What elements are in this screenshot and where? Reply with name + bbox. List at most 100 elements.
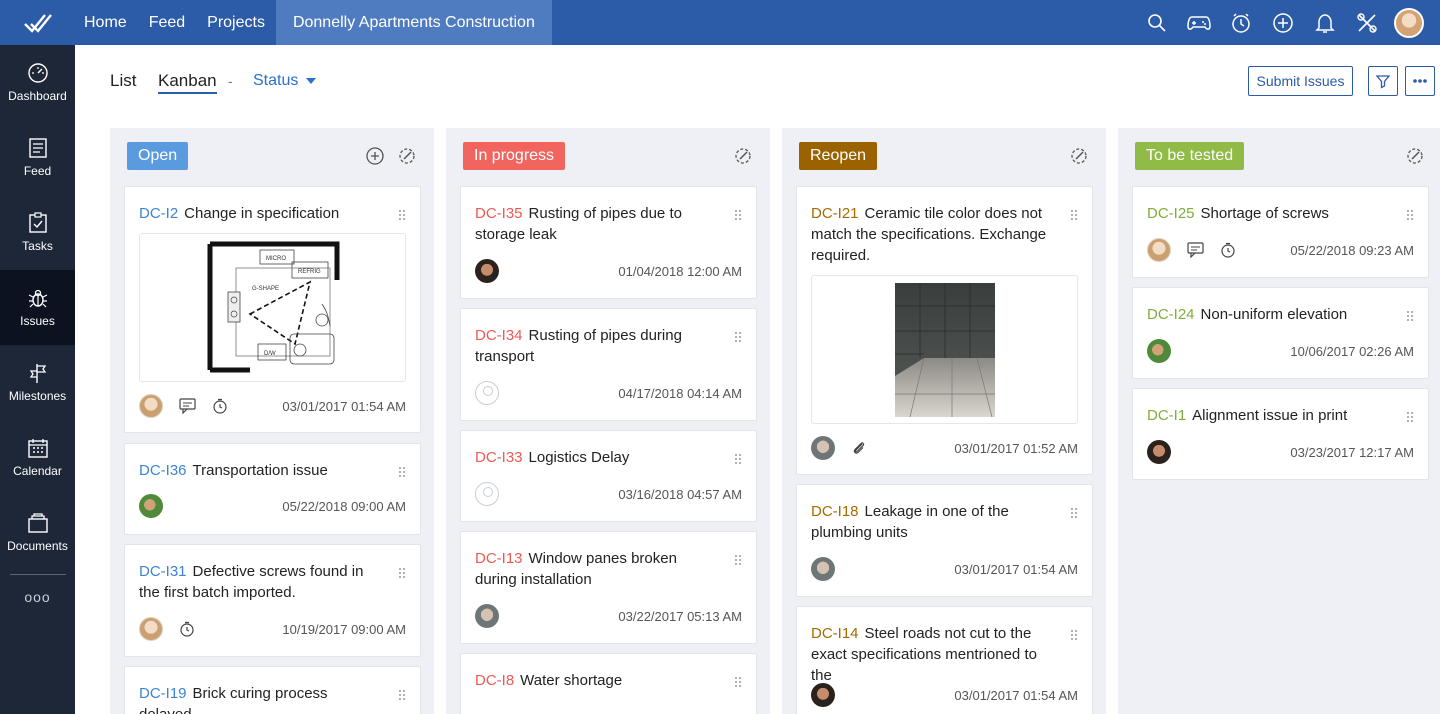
issue-card[interactable]: DC-I34 Rusting of pipes during transport … bbox=[460, 308, 757, 421]
nav-home[interactable]: Home bbox=[73, 0, 138, 45]
sidebar-item-feed[interactable]: Feed bbox=[0, 120, 75, 195]
issue-card[interactable]: DC-I24 Non-uniform elevation 10/06/2017 0… bbox=[1132, 287, 1429, 379]
drag-handle-icon[interactable] bbox=[734, 676, 742, 688]
issue-id[interactable]: DC-I21 bbox=[811, 205, 859, 222]
issue-id[interactable]: DC-I19 bbox=[139, 685, 187, 702]
issue-card[interactable]: DC-I19Brick curing process delayed bbox=[124, 666, 421, 714]
issue-card[interactable]: DC-I21 Ceramic tile color does not match … bbox=[796, 186, 1093, 475]
sidebar-item-milestones[interactable]: Milestones bbox=[0, 345, 75, 420]
drag-handle-icon[interactable] bbox=[398, 209, 406, 221]
issue-card[interactable]: DC-I14 Steel roads not cut to the exact s… bbox=[796, 606, 1093, 714]
avatar[interactable] bbox=[1147, 238, 1171, 262]
more-icon[interactable]: ooo bbox=[0, 589, 75, 605]
issue-card[interactable]: DC-I36 Transportation issue 05/22/2018 09… bbox=[124, 443, 421, 535]
drag-handle-icon[interactable] bbox=[1406, 310, 1414, 322]
app-logo-icon[interactable] bbox=[0, 0, 75, 45]
filter-button[interactable] bbox=[1368, 66, 1398, 96]
issue-card[interactable]: DC-I31 Defective screws found in the firs… bbox=[124, 544, 421, 657]
drag-handle-icon[interactable] bbox=[734, 453, 742, 465]
issue-id[interactable]: DC-I34 bbox=[475, 327, 523, 344]
nav-current-project[interactable]: Donnelly Apartments Construction bbox=[275, 0, 552, 45]
tools-icon[interactable] bbox=[1346, 0, 1388, 45]
comment-icon[interactable] bbox=[179, 398, 196, 414]
avatar[interactable] bbox=[1147, 339, 1171, 363]
timer-icon[interactable] bbox=[179, 621, 195, 637]
avatar[interactable] bbox=[811, 683, 835, 707]
issue-id[interactable]: DC-I36 bbox=[139, 462, 187, 479]
issue-card[interactable]: DC-I8 Water shortage bbox=[460, 653, 757, 714]
avatar[interactable] bbox=[811, 557, 835, 581]
add-icon[interactable] bbox=[1262, 0, 1304, 45]
column-settings-icon[interactable] bbox=[1406, 147, 1424, 165]
issue-id[interactable]: DC-I8 bbox=[475, 672, 514, 689]
issue-id[interactable]: DC-I24 bbox=[1147, 306, 1195, 323]
issue-id[interactable]: DC-I25 bbox=[1147, 205, 1195, 222]
avatar[interactable] bbox=[139, 394, 163, 418]
tab-kanban[interactable]: Kanban bbox=[158, 71, 217, 94]
timer-icon[interactable] bbox=[1220, 0, 1262, 45]
drag-handle-icon[interactable] bbox=[1070, 507, 1078, 519]
nav-projects[interactable]: Projects bbox=[196, 0, 276, 45]
avatar[interactable] bbox=[1147, 440, 1171, 464]
sidebar-item-label: Tasks bbox=[22, 239, 53, 253]
floor-plan-image[interactable]: MICRO REFRIG G-SHAPE D/W bbox=[139, 233, 406, 382]
sidebar-item-issues[interactable]: Issues bbox=[0, 270, 75, 345]
avatar-placeholder[interactable] bbox=[475, 482, 499, 506]
issue-card[interactable]: DC-I25 Shortage of screws 05/22/2018 09:2… bbox=[1132, 186, 1429, 278]
issue-card[interactable]: DC-I13 Window panes broken during install… bbox=[460, 531, 757, 644]
avatar[interactable] bbox=[139, 617, 163, 641]
sidebar-item-label: Dashboard bbox=[8, 89, 67, 103]
issue-id[interactable]: DC-I1 bbox=[1147, 407, 1186, 424]
nav-feed[interactable]: Feed bbox=[138, 0, 196, 45]
status-dropdown[interactable]: Status bbox=[253, 72, 317, 90]
timer-icon[interactable] bbox=[1220, 242, 1236, 258]
issue-id[interactable]: DC-I18 bbox=[811, 503, 859, 520]
sidebar-item-dashboard[interactable]: Dashboard bbox=[0, 45, 75, 120]
avatar[interactable] bbox=[811, 436, 835, 460]
drag-handle-icon[interactable] bbox=[1070, 629, 1078, 641]
gamepad-icon[interactable] bbox=[1178, 0, 1220, 45]
drag-handle-icon[interactable] bbox=[1406, 411, 1414, 423]
issue-id[interactable]: DC-I2 bbox=[139, 205, 178, 222]
timer-icon[interactable] bbox=[212, 398, 228, 414]
issue-id[interactable]: DC-I14 bbox=[811, 625, 859, 642]
drag-handle-icon[interactable] bbox=[1406, 209, 1414, 221]
avatar[interactable] bbox=[475, 604, 499, 628]
drag-handle-icon[interactable] bbox=[734, 331, 742, 343]
drag-handle-icon[interactable] bbox=[734, 209, 742, 221]
bell-icon[interactable] bbox=[1304, 0, 1346, 45]
drag-handle-icon[interactable] bbox=[398, 689, 406, 701]
issue-card[interactable]: DC-I1 Alignment issue in print 03/23/2017… bbox=[1132, 388, 1429, 480]
drag-handle-icon[interactable] bbox=[734, 554, 742, 566]
card-footer: 10/06/2017 02:26 AM bbox=[1147, 338, 1414, 364]
comment-icon[interactable] bbox=[1187, 242, 1204, 258]
sidebar-item-tasks[interactable]: Tasks bbox=[0, 195, 75, 270]
more-options-button[interactable] bbox=[1405, 66, 1435, 96]
drag-handle-icon[interactable] bbox=[398, 567, 406, 579]
issue-card[interactable]: DC-I18 Leakage in one of the plumbing uni… bbox=[796, 484, 1093, 597]
issue-id[interactable]: DC-I31 bbox=[139, 563, 187, 580]
issue-card[interactable]: DC-I35 Rusting of pipes due to storage le… bbox=[460, 186, 757, 299]
drag-handle-icon[interactable] bbox=[398, 466, 406, 478]
user-avatar[interactable] bbox=[1388, 0, 1430, 45]
column-settings-icon[interactable] bbox=[734, 147, 752, 165]
drag-handle-icon[interactable] bbox=[1070, 209, 1078, 221]
avatar[interactable] bbox=[475, 259, 499, 283]
issue-id[interactable]: DC-I35 bbox=[475, 205, 523, 222]
issue-id[interactable]: DC-I33 bbox=[475, 449, 523, 466]
column-settings-icon[interactable] bbox=[398, 147, 416, 165]
sidebar-item-documents[interactable]: Documents bbox=[0, 495, 75, 570]
tab-list[interactable]: List bbox=[110, 71, 136, 91]
sidebar-item-calendar[interactable]: Calendar bbox=[0, 420, 75, 495]
avatar[interactable] bbox=[139, 494, 163, 518]
submit-issues-button[interactable]: Submit Issues bbox=[1248, 66, 1353, 96]
issue-card[interactable]: DC-I2 Change in specification MICRO REFRI… bbox=[124, 186, 421, 433]
issue-id[interactable]: DC-I13 bbox=[475, 550, 523, 567]
add-issue-icon[interactable] bbox=[366, 147, 384, 165]
attachment-icon[interactable] bbox=[851, 440, 867, 456]
avatar-placeholder[interactable] bbox=[475, 381, 499, 405]
search-icon[interactable] bbox=[1136, 0, 1178, 45]
issue-card[interactable]: DC-I33 Logistics Delay 03/16/2018 04:57 A… bbox=[460, 430, 757, 522]
tile-photo-image[interactable] bbox=[811, 275, 1078, 424]
column-settings-icon[interactable] bbox=[1070, 147, 1088, 165]
